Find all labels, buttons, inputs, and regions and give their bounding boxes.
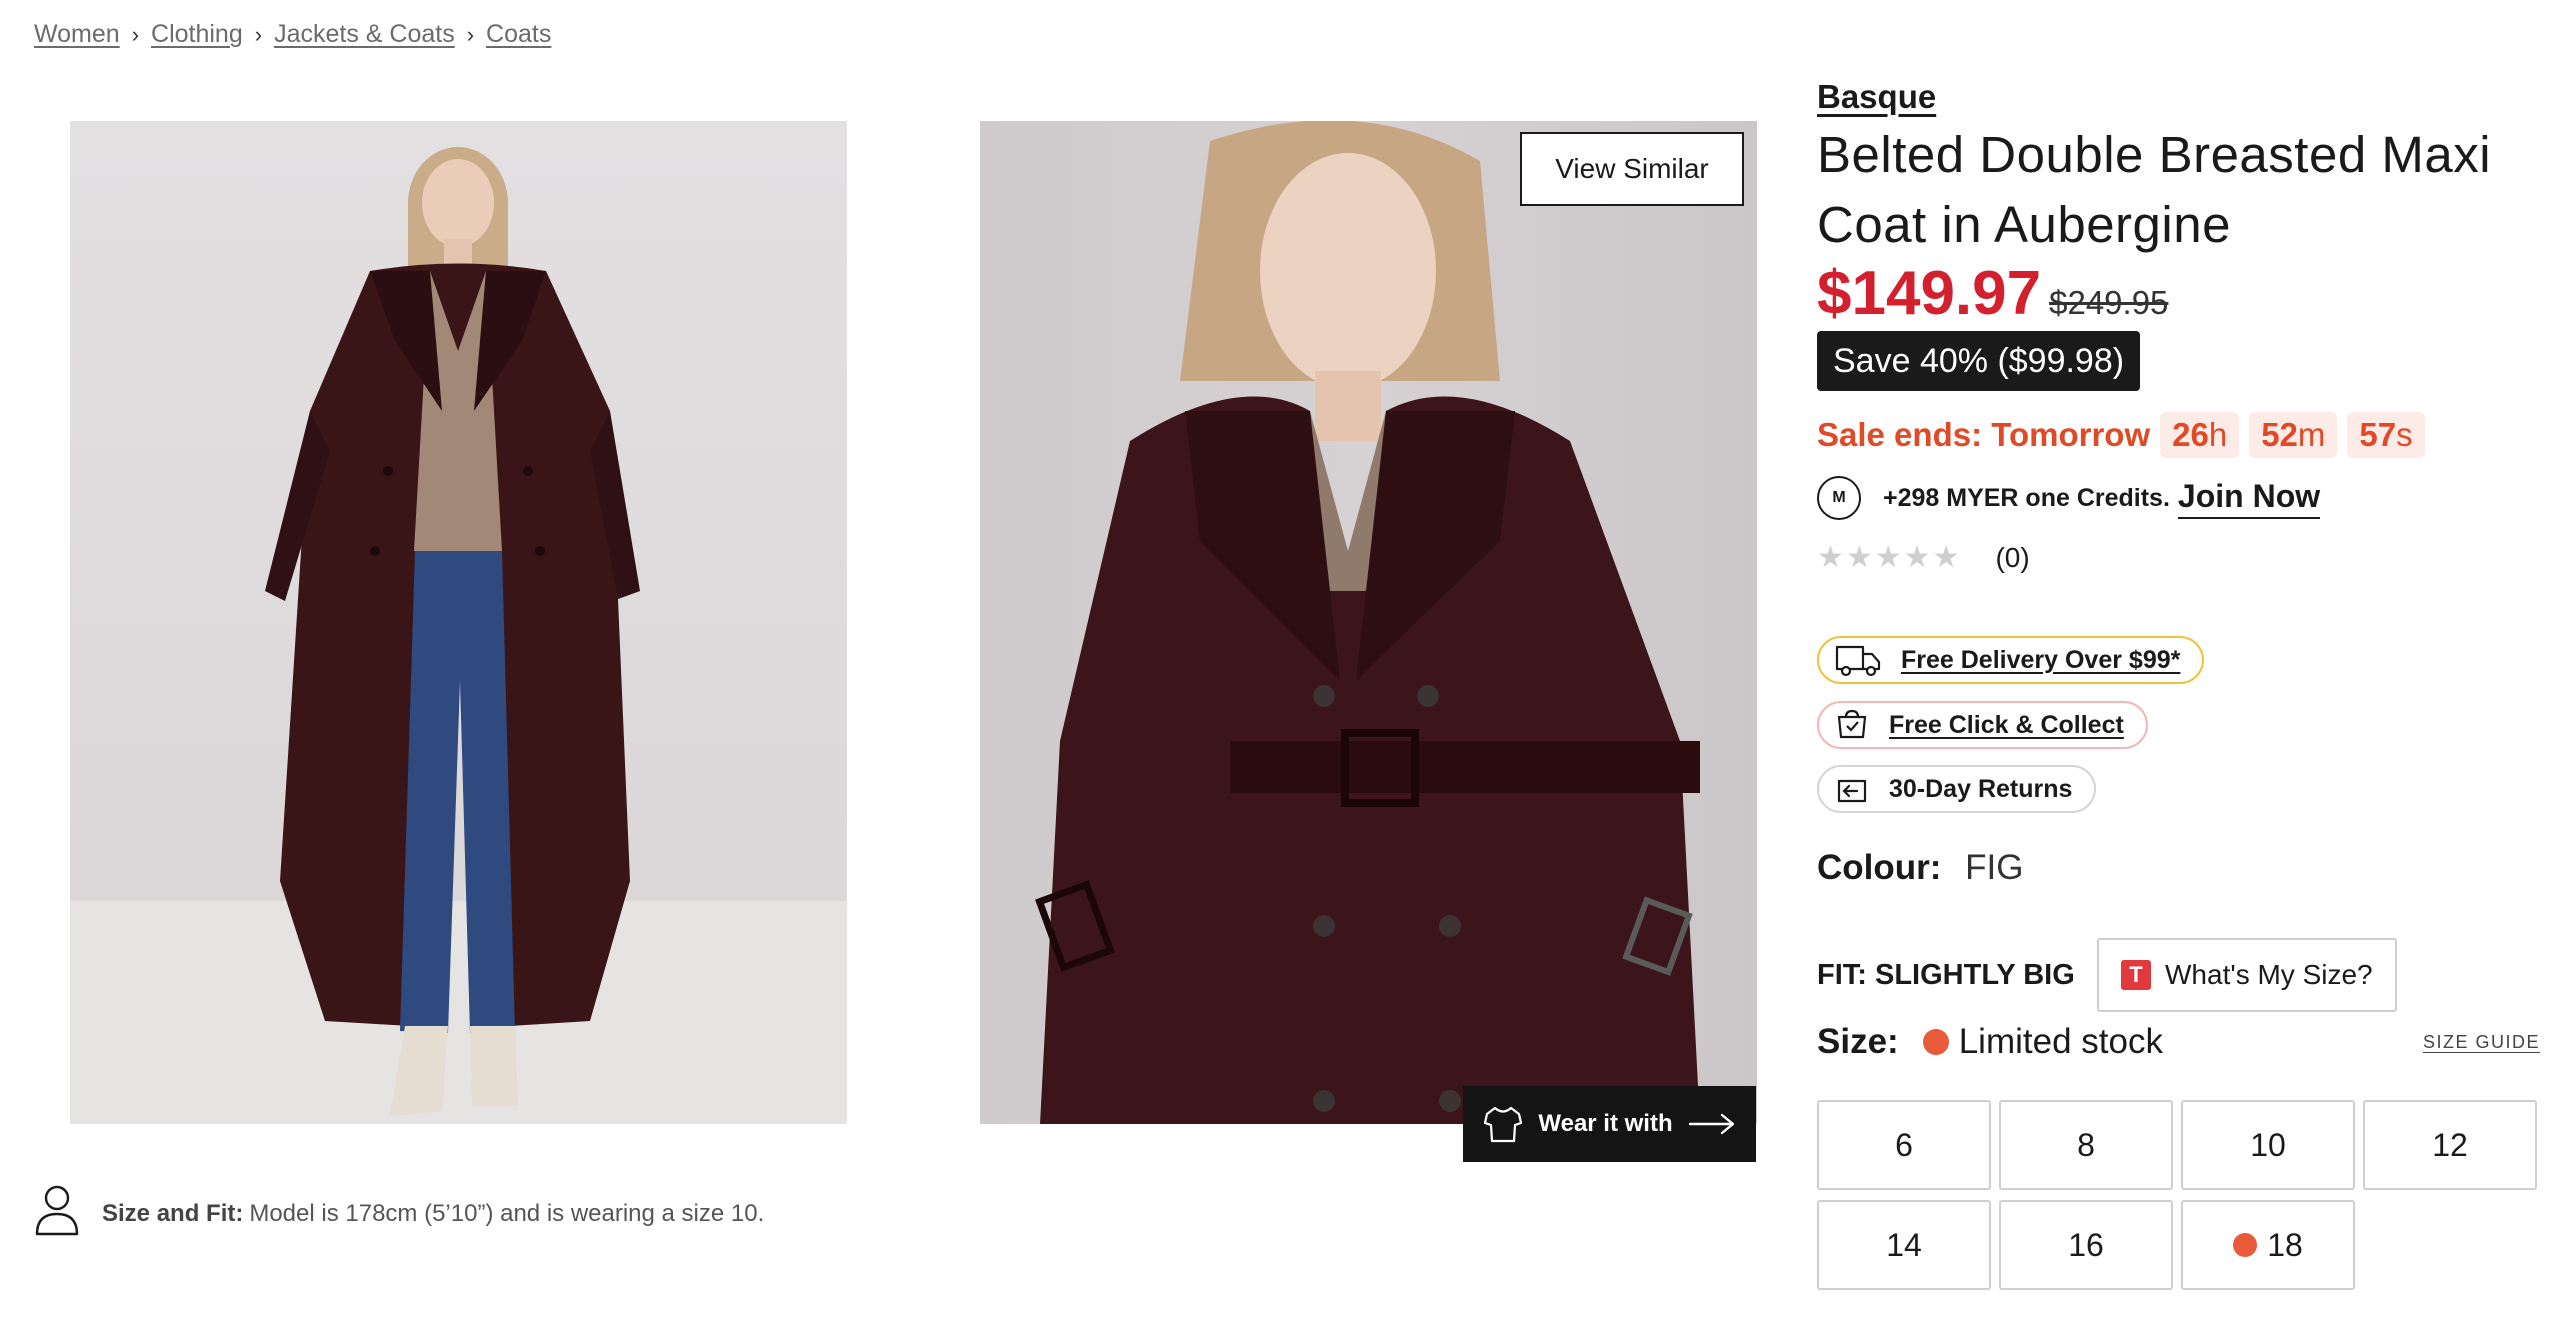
arrow-right-icon [1688,1113,1736,1135]
size-tool-logo-icon: T [2121,960,2151,990]
whats-my-size-label: What's My Size? [2165,959,2373,990]
click-collect-label: Free Click & Collect [1889,710,2124,739]
countdown-hours: 26h [2160,412,2240,458]
wear-it-with-button[interactable]: Wear it with [1463,1086,1756,1162]
free-delivery-label: Free Delivery Over $99* [1901,645,2181,674]
size-option-6[interactable]: 6 [1817,1100,1991,1190]
myer-one-logo-icon: M [1817,476,1861,520]
truck-icon [1835,645,1881,677]
chevron-right-icon: › [466,21,475,47]
model-illustration [70,147,847,1124]
breadcrumb-clothing[interactable]: Clothing [151,20,243,49]
limited-stock-dot-icon [1922,1029,1949,1055]
colour-row: Colour: FIG [1817,848,2023,888]
sale-price: $149.97 [1817,259,2042,328]
product-image-closeup[interactable] [980,121,1757,1124]
colour-label: Colour: [1817,848,1942,887]
size-label: Size: [1817,1022,1899,1061]
returns-label: 30-Day Returns [1889,774,2073,803]
whats-my-size-button[interactable]: T What's My Size? [2096,938,2397,1012]
colour-value: FIG [1965,848,2024,887]
breadcrumb-jackets-coats[interactable]: Jackets & Coats [274,20,455,49]
chevron-right-icon: › [254,21,263,47]
wear-it-with-label: Wear it with [1538,1110,1673,1137]
product-image-full-length[interactable] [70,121,847,1124]
size-option-18[interactable]: 18 [2181,1200,2355,1290]
model-closeup-illustration [1035,121,1700,1124]
sale-ends-label: Sale ends: Tomorrow [1817,416,2151,453]
breadcrumb-women[interactable]: Women [34,20,120,49]
rating-row[interactable]: ★★★★★ (0) [1817,540,2030,575]
view-similar-button[interactable]: View Similar [1520,132,1744,206]
myer-credits-row: M +298 MYER one Credits. Join Now [1817,476,2321,520]
fit-label: FIT: SLIGHTLY BIG [1817,958,2075,991]
countdown-minutes: 52m [2249,412,2338,458]
fit-row: FIT: SLIGHTLY BIG T What's My Size? [1817,938,2397,1012]
size-row: Size: Limited stock SIZE GUIDE [1817,1022,2540,1062]
review-count: (0) [1995,541,2030,573]
size-option-14[interactable]: 14 [1817,1200,1991,1290]
product-title: Belted Double Breasted Maxi Coat in Aube… [1817,126,2492,253]
size-options: 6 8 10 12 14 16 18 [1817,1100,2537,1290]
size-option-10[interactable]: 10 [2181,1100,2355,1190]
click-collect-icon [1837,709,1867,739]
original-price: $249.95 [2049,284,2169,321]
save-badge: Save 40% ($99.98) [1817,331,2141,391]
shirt-icon [1483,1105,1523,1143]
countdown-seconds: 57s [2347,412,2425,458]
returns-pill[interactable]: 30-Day Returns [1817,765,2097,813]
size-fit-label: Size and Fit: [102,1199,244,1227]
price-row: $149.97 $249.95 [1817,258,2168,329]
chevron-right-icon: › [131,21,140,47]
breadcrumb: Women › Clothing › Jackets & Coats › Coa… [34,20,551,49]
sale-countdown: Sale ends: Tomorrow 26h 52m 57s [1817,412,2425,458]
size-option-label: 18 [2267,1226,2303,1263]
size-option-12[interactable]: 12 [2363,1100,2537,1190]
size-fit-note: Size and Fit: Model is 178cm (5’10”) and… [34,1184,764,1243]
free-delivery-pill[interactable]: Free Delivery Over $99* [1817,636,2205,684]
limited-stock-dot-icon [2233,1233,2258,1257]
breadcrumb-coats[interactable]: Coats [486,20,551,49]
returns-icon [1837,779,1867,803]
size-option-16[interactable]: 16 [1999,1200,2173,1290]
click-collect-pill[interactable]: Free Click & Collect [1817,701,2148,749]
stock-status: Limited stock [1958,1022,2163,1061]
credits-text: +298 MYER one Credits. [1883,483,2170,512]
size-fit-text: Model is 178cm (5’10”) and is wearing a … [249,1199,765,1227]
size-guide-link[interactable]: SIZE GUIDE [2423,1032,2540,1053]
join-now-link[interactable]: Join Now [2177,478,2321,519]
size-option-8[interactable]: 8 [1999,1100,2173,1190]
brand-link[interactable]: Basque [1817,78,1936,116]
star-rating-icon: ★★★★★ [1817,541,1962,574]
person-icon [34,1184,80,1243]
